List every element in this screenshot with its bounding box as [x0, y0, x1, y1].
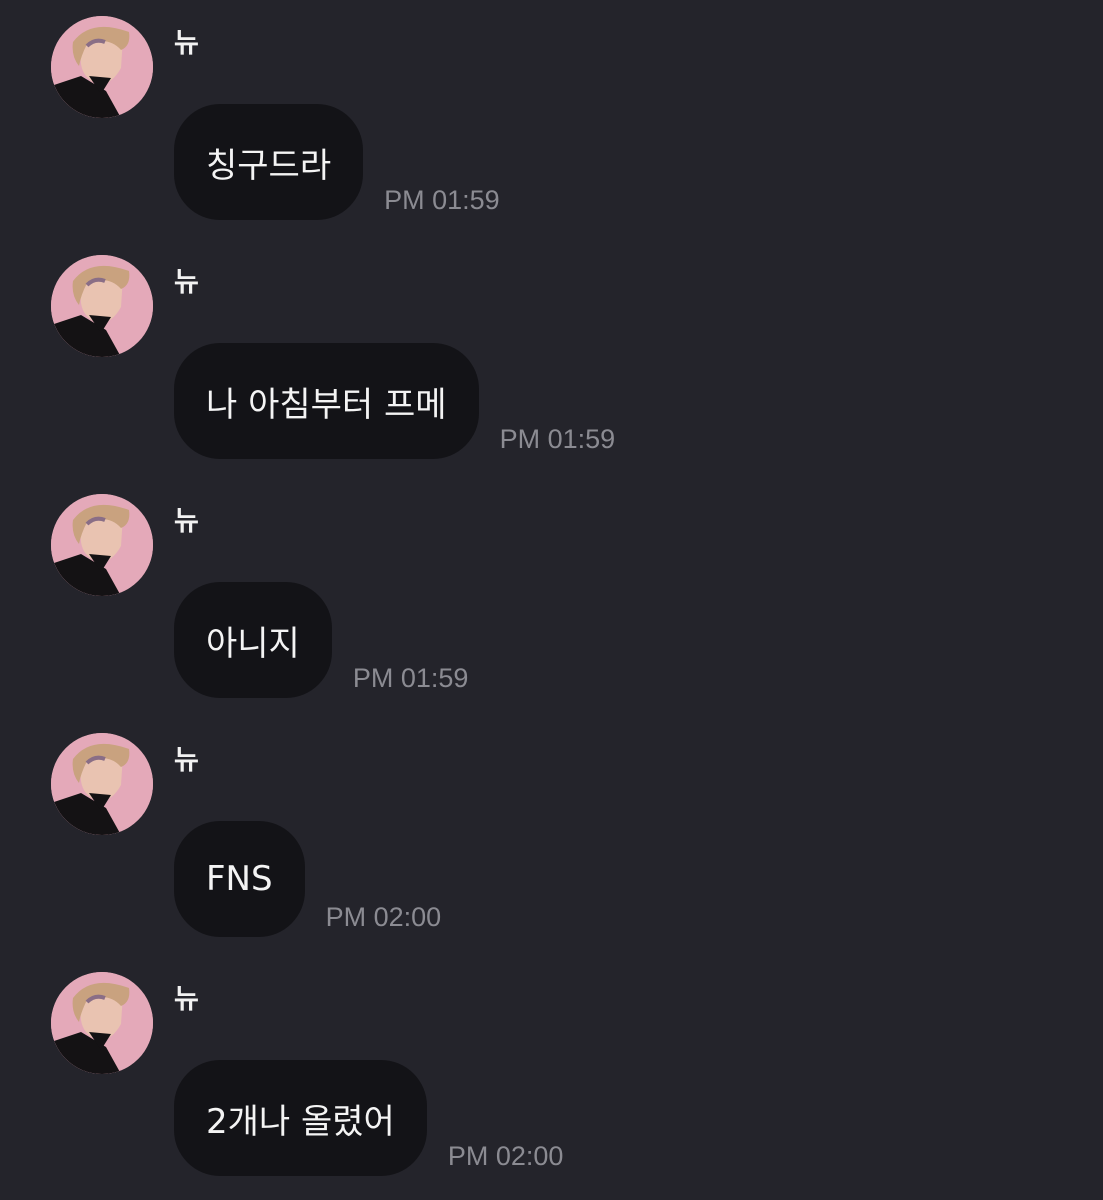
avatar-image	[51, 733, 153, 835]
message-bubble[interactable]: 아니지	[174, 582, 332, 698]
message-timestamp: PM 01:59	[499, 424, 616, 454]
message-row: 칭구드라 PM 01:59	[174, 104, 500, 220]
avatar[interactable]	[51, 972, 153, 1074]
message-row: FNS PM 02:00	[174, 821, 441, 937]
message-group: 뉴 나 아침부터 프메 PM 01:59	[0, 239, 1103, 478]
avatar[interactable]	[51, 733, 153, 835]
sender-name: 뉴	[174, 984, 199, 1015]
avatar[interactable]	[51, 255, 153, 357]
message-group: 뉴 FNS PM 02:00	[0, 717, 1103, 956]
sender-name: 뉴	[174, 745, 199, 776]
message-bubble[interactable]: 2개나 올렸어	[174, 1060, 427, 1176]
message-group: 뉴 칭구드라 PM 01:59	[0, 0, 1103, 239]
message-group: 뉴 2개나 올렸어 PM 02:00	[0, 956, 1103, 1195]
avatar[interactable]	[51, 494, 153, 596]
message-timestamp: PM 01:59	[352, 663, 469, 693]
message-timestamp: PM 02:00	[325, 902, 442, 932]
sender-name: 뉴	[174, 506, 199, 537]
message-group: 뉴 아니지 PM 01:59	[0, 478, 1103, 717]
chat-view[interactable]: 뉴 칭구드라 PM 01:59 뉴 나 아침부터 프메 PM 01:59 뉴 아…	[0, 0, 1103, 1200]
message-bubble[interactable]: 칭구드라	[174, 104, 364, 220]
sender-name: 뉴	[174, 28, 199, 59]
avatar-image	[51, 494, 153, 596]
message-row: 아니지 PM 01:59	[174, 582, 468, 698]
message-timestamp: PM 01:59	[384, 185, 500, 215]
message-row: 나 아침부터 프메 PM 01:59	[174, 343, 615, 459]
message-bubble[interactable]: 나 아침부터 프메	[174, 343, 479, 459]
message-bubble[interactable]: FNS	[174, 821, 305, 937]
avatar-image	[51, 16, 153, 118]
message-timestamp: PM 02:00	[447, 1141, 564, 1171]
sender-name: 뉴	[174, 267, 199, 298]
avatar[interactable]	[51, 16, 153, 118]
avatar-image	[51, 972, 153, 1074]
avatar-image	[51, 255, 153, 357]
message-row: 2개나 올렸어 PM 02:00	[174, 1060, 563, 1176]
